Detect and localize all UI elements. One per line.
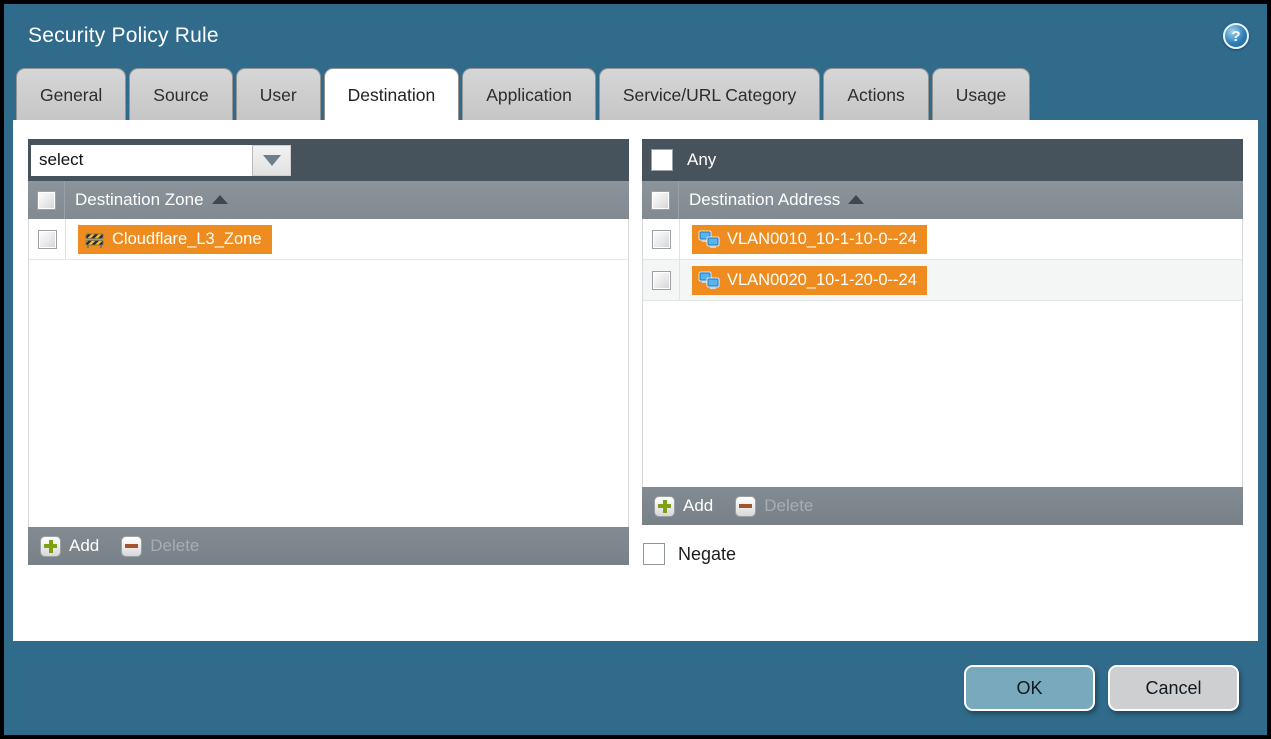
address-row-checkbox[interactable]	[652, 271, 671, 290]
any-bar: Any	[642, 139, 1243, 181]
address-icon	[698, 271, 720, 290]
plus-icon	[654, 496, 675, 517]
address-row[interactable]: VLAN0010_10-1-10-0--24	[643, 219, 1242, 260]
address-icon	[698, 230, 720, 249]
zone-column-title: Destination Zone	[75, 190, 204, 210]
tab-source[interactable]: Source	[129, 68, 232, 120]
address-chip[interactable]: VLAN0010_10-1-10-0--24	[692, 225, 927, 254]
address-name: VLAN0020_10-1-20-0--24	[727, 271, 917, 290]
tab-usage[interactable]: Usage	[932, 68, 1031, 120]
zone-select-input[interactable]	[31, 145, 252, 176]
tab-application[interactable]: Application	[462, 68, 596, 120]
minus-icon	[735, 496, 756, 517]
zone-name: Cloudflare_L3_Zone	[112, 230, 262, 249]
address-column-title: Destination Address	[689, 190, 840, 210]
dialog-footer: OK Cancel	[4, 641, 1267, 735]
address-row-checkbox[interactable]	[652, 230, 671, 249]
address-delete-button[interactable]: Delete	[735, 496, 813, 517]
zone-delete-button[interactable]: Delete	[121, 536, 199, 557]
destination-zone-panel: Destination Zone	[28, 139, 629, 565]
zone-filter-bar	[28, 139, 629, 181]
dialog-titlebar: Security Policy Rule ?	[4, 4, 1267, 68]
address-list: VLAN0010_10-1-10-0--24	[642, 219, 1243, 487]
tab-actions[interactable]: Actions	[823, 68, 928, 120]
zone-select-dropdown-button[interactable]	[252, 145, 291, 176]
zone-select-combobox	[31, 145, 291, 176]
negate-label: Negate	[678, 544, 736, 565]
zone-row[interactable]: Cloudflare_L3_Zone	[29, 219, 628, 260]
plus-icon	[40, 536, 61, 557]
tab-user[interactable]: User	[236, 68, 321, 120]
zone-footer: Add Delete	[28, 527, 629, 565]
minus-icon	[121, 536, 142, 557]
destination-address-panel: Any Destination Address	[642, 139, 1243, 565]
address-chip[interactable]: VLAN0020_10-1-20-0--24	[692, 266, 927, 295]
zone-column-header[interactable]: Destination Zone	[28, 181, 629, 219]
zone-add-button[interactable]: Add	[40, 536, 99, 557]
zone-icon	[84, 231, 105, 248]
address-footer: Add Delete	[642, 487, 1243, 525]
address-name: VLAN0010_10-1-10-0--24	[727, 230, 917, 249]
chevron-down-icon	[263, 155, 281, 166]
tab-service-url-category[interactable]: Service/URL Category	[599, 68, 820, 120]
negate-checkbox[interactable]	[643, 543, 665, 565]
zone-list: Cloudflare_L3_Zone	[28, 219, 629, 527]
sort-ascending-icon	[212, 195, 228, 204]
sort-ascending-icon	[848, 195, 864, 204]
address-row[interactable]: VLAN0020_10-1-20-0--24	[643, 260, 1242, 301]
tab-bar: General Source User Destination Applicat…	[4, 68, 1267, 120]
zone-chip[interactable]: Cloudflare_L3_Zone	[78, 225, 272, 254]
zone-row-checkbox[interactable]	[38, 230, 57, 249]
help-icon[interactable]: ?	[1223, 23, 1249, 49]
dialog-title: Security Policy Rule	[28, 24, 219, 48]
negate-row: Negate	[642, 543, 1243, 565]
address-add-button[interactable]: Add	[654, 496, 713, 517]
address-column-header[interactable]: Destination Address	[642, 181, 1243, 219]
ok-button[interactable]: OK	[964, 665, 1095, 711]
any-checkbox[interactable]	[651, 149, 673, 171]
tab-content-destination: Destination Zone	[13, 120, 1258, 641]
address-select-all-checkbox[interactable]	[651, 191, 670, 210]
any-label: Any	[687, 150, 716, 170]
cancel-button[interactable]: Cancel	[1108, 665, 1239, 711]
security-policy-rule-dialog: Security Policy Rule ? General Source Us…	[0, 0, 1271, 739]
zone-select-all-checkbox[interactable]	[37, 191, 56, 210]
tab-general[interactable]: General	[16, 68, 126, 120]
tab-destination[interactable]: Destination	[324, 68, 460, 120]
